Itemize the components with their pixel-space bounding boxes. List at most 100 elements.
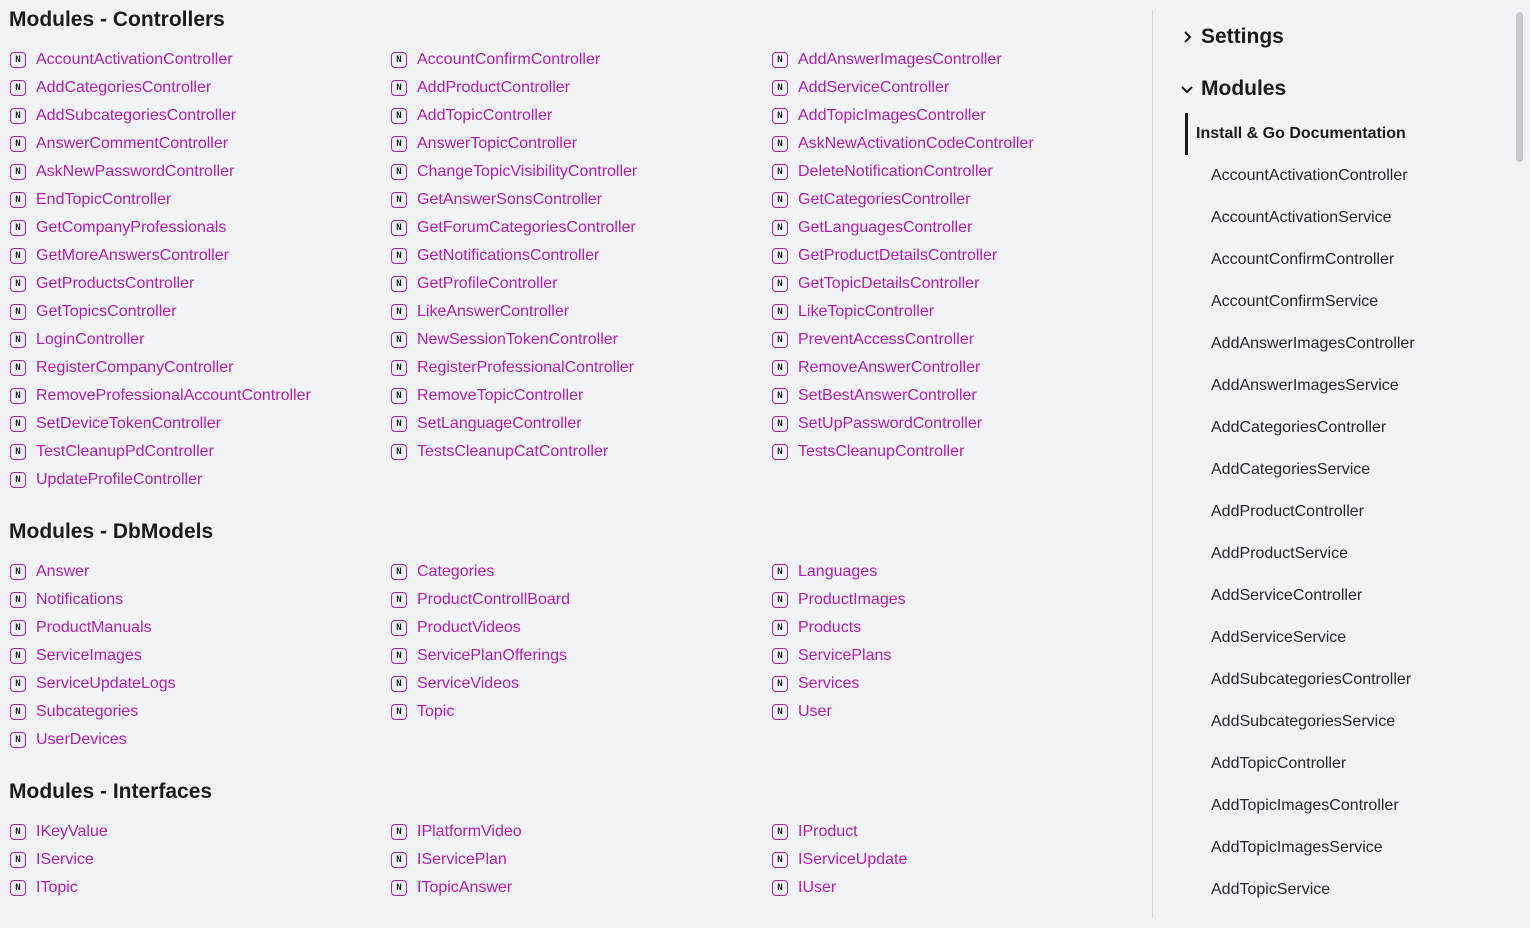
sidebar-item[interactable]: AddTopicService — [1211, 869, 1415, 911]
module-link[interactable]: N RegisterProfessionalController — [390, 354, 771, 382]
sidebar-group-modules[interactable]: Modules — [1180, 77, 1286, 101]
module-link[interactable]: N AddSubcategoriesController — [9, 102, 390, 130]
module-link[interactable]: N RemoveAnswerController — [771, 354, 1144, 382]
module-link[interactable]: N AddServiceController — [771, 74, 1144, 102]
module-link[interactable]: N AskNewActivationCodeController — [771, 130, 1144, 158]
module-link[interactable]: N TestsCleanupCatController — [390, 438, 771, 466]
sidebar-item[interactable]: AddTopicImagesService — [1211, 827, 1415, 869]
module-link[interactable]: N GetTopicsController — [9, 298, 390, 326]
module-link[interactable]: N IService — [9, 846, 390, 874]
module-link[interactable]: N GetProductDetailsController — [771, 242, 1144, 270]
sidebar-item[interactable]: AccountActivationController — [1211, 155, 1415, 197]
sidebar-item[interactable]: AddTopicImagesController — [1211, 785, 1415, 827]
module-link[interactable]: N NewSessionTokenController — [390, 326, 771, 354]
module-link[interactable]: N UpdateProfileController — [9, 466, 390, 494]
module-link[interactable]: N AddProductController — [390, 74, 771, 102]
module-link[interactable]: N Categories — [390, 558, 771, 586]
sidebar-item[interactable]: AddTopicController — [1211, 743, 1415, 785]
module-link[interactable]: N UserDevices — [9, 726, 390, 754]
module-link[interactable]: N Answer — [9, 558, 390, 586]
module-link[interactable]: N ServiceVideos — [390, 670, 771, 698]
module-link[interactable]: N Notifications — [9, 586, 390, 614]
module-link[interactable]: N IPlatformVideo — [390, 818, 771, 846]
sidebar-item[interactable]: AddServiceController — [1211, 575, 1415, 617]
sidebar-item[interactable]: AddProductController — [1211, 491, 1415, 533]
module-link[interactable]: N TestsCleanupController — [771, 438, 1144, 466]
sidebar-item[interactable]: AddAnswerImagesService — [1211, 365, 1415, 407]
module-link[interactable]: N ProductVideos — [390, 614, 771, 642]
module-link[interactable]: N AccountConfirmController — [390, 46, 771, 74]
module-link[interactable]: N Products — [771, 614, 1144, 642]
module-link[interactable]: N SetDeviceTokenController — [9, 410, 390, 438]
module-link[interactable]: N DeleteNotificationController — [771, 158, 1144, 186]
module-link[interactable]: N ProductControllBoard — [390, 586, 771, 614]
module-link[interactable]: N GetLanguagesController — [771, 214, 1144, 242]
module-link[interactable]: N GetProfileController — [390, 270, 771, 298]
module-link[interactable]: N SetLanguageController — [390, 410, 771, 438]
module-link[interactable]: N IServicePlan — [390, 846, 771, 874]
namespace-icon: N — [391, 332, 407, 348]
sidebar-item[interactable]: AddSubcategoriesService — [1211, 701, 1415, 743]
module-link[interactable]: N User — [771, 698, 1144, 726]
module-link[interactable]: N IKeyValue — [9, 818, 390, 846]
module-link[interactable]: N AnswerTopicController — [390, 130, 771, 158]
module-link[interactable]: N Subcategories — [9, 698, 390, 726]
sidebar-item-active[interactable]: Install & Go Documentation — [1185, 113, 1515, 155]
sidebar-item[interactable]: AddProductService — [1211, 533, 1415, 575]
sidebar-item[interactable]: AddServiceService — [1211, 617, 1415, 659]
module-link[interactable]: N ServicePlans — [771, 642, 1144, 670]
module-link[interactable]: N AddTopicImagesController — [771, 102, 1144, 130]
sidebar-group-settings[interactable]: Settings — [1180, 25, 1284, 49]
module-link[interactable]: N AddCategoriesController — [9, 74, 390, 102]
sidebar-scrollbar[interactable] — [1516, 12, 1523, 162]
module-link[interactable]: N Services — [771, 670, 1144, 698]
module-link[interactable]: N ITopic — [9, 874, 390, 902]
module-link[interactable]: N SetBestAnswerController — [771, 382, 1144, 410]
module-link[interactable]: N ITopicAnswer — [390, 874, 771, 902]
sidebar-item[interactable]: AddAnswerImagesController — [1211, 323, 1415, 365]
module-link[interactable]: N ServiceUpdateLogs — [9, 670, 390, 698]
module-link[interactable]: N AddAnswerImagesController — [771, 46, 1144, 74]
module-link[interactable]: N GetTopicDetailsController — [771, 270, 1144, 298]
module-link[interactable]: N SetUpPasswordController — [771, 410, 1144, 438]
namespace-icon: N — [772, 52, 788, 68]
module-link[interactable]: N LoginController — [9, 326, 390, 354]
module-link[interactable]: N GetMoreAnswersController — [9, 242, 390, 270]
module-link[interactable]: N IProduct — [771, 818, 1144, 846]
module-link[interactable]: N AccountActivationController — [9, 46, 390, 74]
sidebar-item[interactable]: AccountConfirmController — [1211, 239, 1415, 281]
module-link[interactable]: N GetProductsController — [9, 270, 390, 298]
module-link[interactable]: N RegisterCompanyController — [9, 354, 390, 382]
sidebar-item[interactable]: AccountConfirmService — [1211, 281, 1415, 323]
sidebar-item[interactable]: AddCategoriesController — [1211, 407, 1415, 449]
sidebar-item[interactable]: AddSubcategoriesController — [1211, 659, 1415, 701]
module-link[interactable]: N ProductManuals — [9, 614, 390, 642]
module-link[interactable]: N AnswerCommentController — [9, 130, 390, 158]
module-link[interactable]: N Topic — [390, 698, 771, 726]
module-link[interactable]: N ServiceImages — [9, 642, 390, 670]
module-link-label: ChangeTopicVisibilityController — [417, 163, 638, 180]
module-link[interactable]: N ChangeTopicVisibilityController — [390, 158, 771, 186]
module-link[interactable]: N GetForumCategoriesController — [390, 214, 771, 242]
sidebar-item[interactable]: AddCategoriesService — [1211, 449, 1415, 491]
module-link[interactable]: N PreventAccessController — [771, 326, 1144, 354]
module-link[interactable]: N GetAnswerSonsController — [390, 186, 771, 214]
module-link[interactable]: N IServiceUpdate — [771, 846, 1144, 874]
module-link[interactable]: N AskNewPasswordController — [9, 158, 390, 186]
module-link[interactable]: N RemoveTopicController — [390, 382, 771, 410]
module-link-label: DeleteNotificationController — [798, 163, 993, 180]
module-link[interactable]: N RemoveProfessionalAccountController — [9, 382, 390, 410]
module-link[interactable]: N EndTopicController — [9, 186, 390, 214]
module-link[interactable]: N Languages — [771, 558, 1144, 586]
module-link[interactable]: N GetNotificationsController — [390, 242, 771, 270]
module-link[interactable]: N LikeAnswerController — [390, 298, 771, 326]
module-link[interactable]: N TestCleanupPdController — [9, 438, 390, 466]
module-link[interactable]: N LikeTopicController — [771, 298, 1144, 326]
module-link[interactable]: N AddTopicController — [390, 102, 771, 130]
module-link[interactable]: N IUser — [771, 874, 1144, 902]
module-link[interactable]: N GetCategoriesController — [771, 186, 1144, 214]
sidebar-item[interactable]: AccountActivationService — [1211, 197, 1415, 239]
module-link[interactable]: N GetCompanyProfessionals — [9, 214, 390, 242]
module-link[interactable]: N ProductImages — [771, 586, 1144, 614]
module-link[interactable]: N ServicePlanOfferings — [390, 642, 771, 670]
